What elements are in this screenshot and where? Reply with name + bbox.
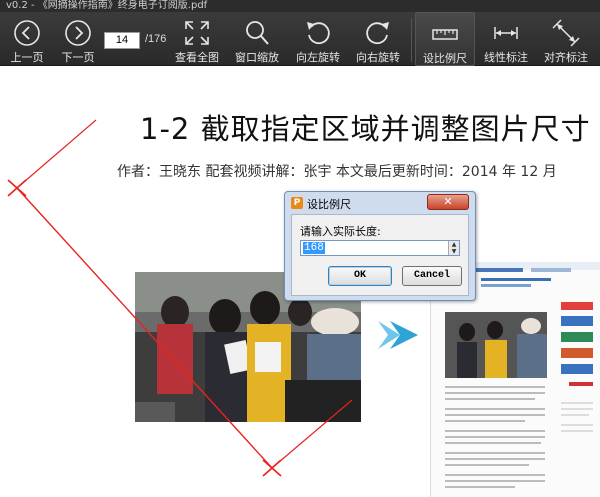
measure-end-marker[interactable]: [262, 459, 282, 477]
app-icon: P: [291, 197, 303, 209]
length-value: 168: [303, 242, 325, 254]
dialog-body: 请输入实际长度: 168 ▲ ▼ OK Cancel: [291, 214, 469, 296]
app-window: v0.2 - 《网摘操作指南》终身电子订阅版.pdf 上一页 下一页 14 /1…: [0, 0, 600, 497]
measure-start-marker[interactable]: [7, 179, 27, 197]
length-input[interactable]: 168 ▲ ▼: [300, 240, 460, 256]
scale-measure-line: [16, 187, 273, 469]
ok-button[interactable]: OK: [328, 266, 392, 286]
spin-arrows-icon[interactable]: ▲ ▼: [448, 241, 459, 255]
extension-line-bottom: [271, 399, 353, 469]
dialog-title: 设比例尺: [307, 198, 351, 211]
extension-line-top: [16, 119, 97, 189]
close-button[interactable]: ✕: [427, 194, 469, 210]
cancel-button[interactable]: Cancel: [402, 266, 462, 286]
set-scale-dialog: P 设比例尺 ✕ 请输入实际长度: 168 ▲ ▼ OK Cancel: [284, 191, 476, 301]
length-prompt: 请输入实际长度:: [300, 225, 381, 238]
